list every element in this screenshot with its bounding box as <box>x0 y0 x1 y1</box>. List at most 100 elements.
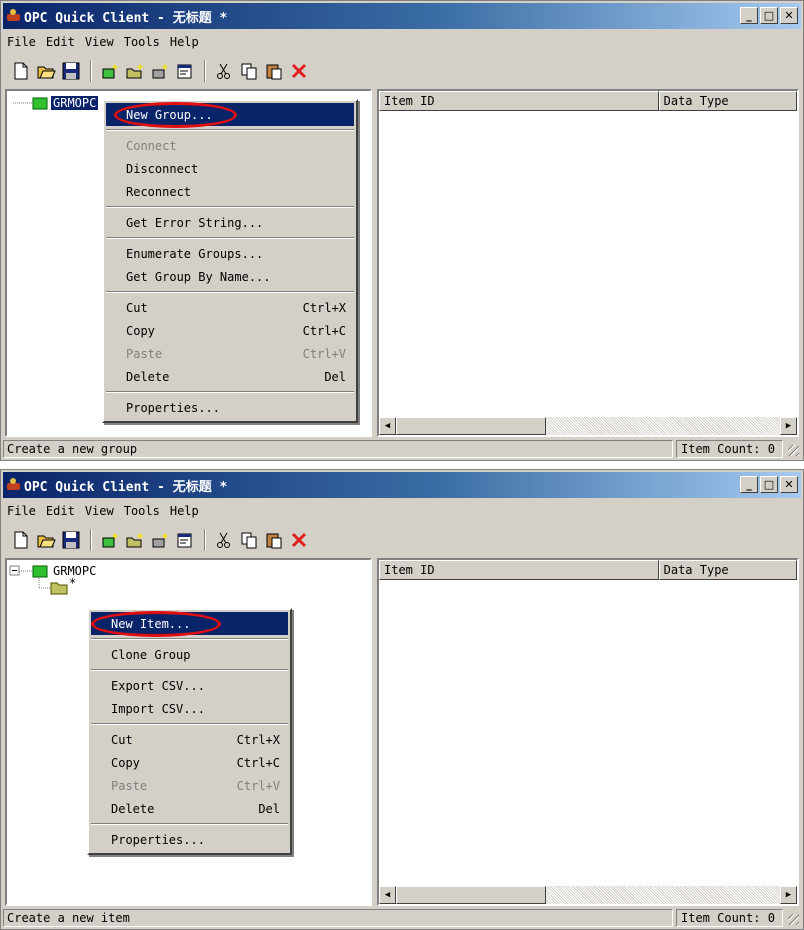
close-button[interactable]: ✕ <box>780 476 798 493</box>
scroll-thumb[interactable] <box>396 417 546 435</box>
menu-item-copy[interactable]: Copy Ctrl+C <box>91 751 288 774</box>
menu-separator <box>106 391 354 393</box>
delete-icon[interactable] <box>287 59 311 83</box>
new-file-icon[interactable] <box>9 528 33 552</box>
menu-item-get-group-by-name[interactable]: Get Group By Name... <box>106 265 354 288</box>
delete-icon[interactable] <box>287 528 311 552</box>
menu-item-properties[interactable]: Properties... <box>106 396 354 419</box>
menu-item-delete[interactable]: Delete Del <box>91 797 288 820</box>
menu-edit[interactable]: Edit <box>46 35 75 49</box>
column-data-type[interactable]: Data Type <box>658 560 797 580</box>
tree-node-server[interactable]: GRMOPC <box>9 563 96 579</box>
menu-item-get-error-string[interactable]: Get Error String... <box>106 211 354 234</box>
properties-icon[interactable] <box>173 59 197 83</box>
close-button[interactable]: ✕ <box>780 7 798 24</box>
window-title: OPC Quick Client - 无标题 * <box>24 10 228 26</box>
maximize-button[interactable]: □ <box>760 476 778 493</box>
menu-item-label: Connect <box>126 138 177 153</box>
column-item-id[interactable]: Item ID <box>379 560 659 580</box>
save-icon[interactable] <box>59 59 83 83</box>
menu-item-import-csv[interactable]: Import CSV... <box>91 697 288 720</box>
copy-icon[interactable] <box>237 528 261 552</box>
opc-client-window-1: OPC Quick Client - 无标题 * _ □ ✕ File Edit… <box>0 0 804 461</box>
scroll-track[interactable] <box>546 886 780 904</box>
menu-item-cut[interactable]: Cut Ctrl+X <box>106 296 354 319</box>
new-item-icon[interactable] <box>148 59 172 83</box>
cut-icon[interactable] <box>212 528 236 552</box>
menu-item-delete[interactable]: Delete Del <box>106 365 354 388</box>
scroll-track[interactable] <box>546 417 780 435</box>
column-item-id[interactable]: Item ID <box>379 91 659 111</box>
menu-item-label: Properties... <box>111 832 205 847</box>
toolbar <box>3 55 801 87</box>
save-icon[interactable] <box>59 528 83 552</box>
scroll-left-icon[interactable]: ◀ <box>379 886 396 904</box>
new-server-icon[interactable] <box>98 528 122 552</box>
tree-node-server[interactable]: GRMOPC <box>13 95 100 111</box>
window-title: OPC Quick Client - 无标题 * <box>24 479 228 495</box>
new-group-icon[interactable] <box>123 59 147 83</box>
column-data-type[interactable]: Data Type <box>658 91 797 111</box>
menu-help[interactable]: Help <box>170 504 199 518</box>
title-bar[interactable]: OPC Quick Client - 无标题 * _ □ ✕ <box>3 472 801 498</box>
scroll-thumb[interactable] <box>396 886 546 904</box>
minimize-button[interactable]: _ <box>740 476 758 493</box>
minimize-button[interactable]: _ <box>740 7 758 24</box>
menu-item-paste: Paste Ctrl+V <box>91 774 288 797</box>
scroll-right-icon[interactable]: ▶ <box>780 886 797 904</box>
menu-item-connect: Connect <box>106 134 354 157</box>
menu-item-enumerate-groups[interactable]: Enumerate Groups... <box>106 242 354 265</box>
list-header: Item ID Data Type <box>379 91 797 111</box>
menu-item-properties[interactable]: Properties... <box>91 828 288 851</box>
menu-view[interactable]: View <box>85 504 114 518</box>
menu-edit[interactable]: Edit <box>46 504 75 518</box>
item-list-view[interactable]: Item ID Data Type ◀ ▶ <box>377 89 799 437</box>
resize-grip-icon[interactable] <box>783 909 801 927</box>
open-folder-icon[interactable] <box>34 528 58 552</box>
properties-icon[interactable] <box>173 528 197 552</box>
menu-item-label: New Item... <box>111 616 191 631</box>
paste-icon[interactable] <box>262 528 286 552</box>
menu-help[interactable]: Help <box>170 35 199 49</box>
menu-item-export-csv[interactable]: Export CSV... <box>91 674 288 697</box>
menu-item-label: Delete <box>111 801 155 816</box>
horizontal-scrollbar[interactable]: ◀ ▶ <box>379 417 797 435</box>
menu-item-paste: Paste Ctrl+V <box>106 342 354 365</box>
copy-icon[interactable] <box>237 59 261 83</box>
menu-file[interactable]: File <box>7 35 36 49</box>
resize-grip-icon[interactable] <box>783 440 801 458</box>
maximize-button[interactable]: □ <box>760 7 778 24</box>
new-group-icon[interactable] <box>123 528 147 552</box>
menu-item-new-item[interactable]: New Item... <box>91 612 288 635</box>
menu-item-label: Copy <box>126 323 155 338</box>
paste-icon[interactable] <box>262 59 286 83</box>
menu-item-cut[interactable]: Cut Ctrl+X <box>91 728 288 751</box>
tree-node-label: GRMOPC <box>49 95 100 111</box>
title-bar[interactable]: OPC Quick Client - 无标题 * _ □ ✕ <box>3 3 801 29</box>
scroll-left-icon[interactable]: ◀ <box>379 417 396 435</box>
menu-view[interactable]: View <box>85 35 114 49</box>
menu-item-label: Cut <box>126 300 148 315</box>
menu-item-label: Export CSV... <box>111 678 205 693</box>
tree-node-group[interactable]: * <box>35 576 76 596</box>
open-folder-icon[interactable] <box>34 59 58 83</box>
menu-item-disconnect[interactable]: Disconnect <box>106 157 354 180</box>
menu-item-copy[interactable]: Copy Ctrl+C <box>106 319 354 342</box>
menu-item-clone-group[interactable]: Clone Group <box>91 643 288 666</box>
new-file-icon[interactable] <box>9 59 33 83</box>
new-server-icon[interactable] <box>98 59 122 83</box>
cut-icon[interactable] <box>212 59 236 83</box>
item-list-view[interactable]: Item ID Data Type ◀ ▶ <box>377 558 799 906</box>
menu-item-new-group[interactable]: New Group... <box>106 103 354 126</box>
list-header: Item ID Data Type <box>379 560 797 580</box>
menu-separator <box>91 823 288 825</box>
menu-item-reconnect[interactable]: Reconnect <box>106 180 354 203</box>
horizontal-scrollbar[interactable]: ◀ ▶ <box>379 886 797 904</box>
new-item-icon[interactable] <box>148 528 172 552</box>
menu-separator <box>106 129 354 131</box>
menu-tools[interactable]: Tools <box>124 504 160 518</box>
status-text: Create a new item <box>3 909 673 927</box>
menu-tools[interactable]: Tools <box>124 35 160 49</box>
menu-file[interactable]: File <box>7 504 36 518</box>
scroll-right-icon[interactable]: ▶ <box>780 417 797 435</box>
